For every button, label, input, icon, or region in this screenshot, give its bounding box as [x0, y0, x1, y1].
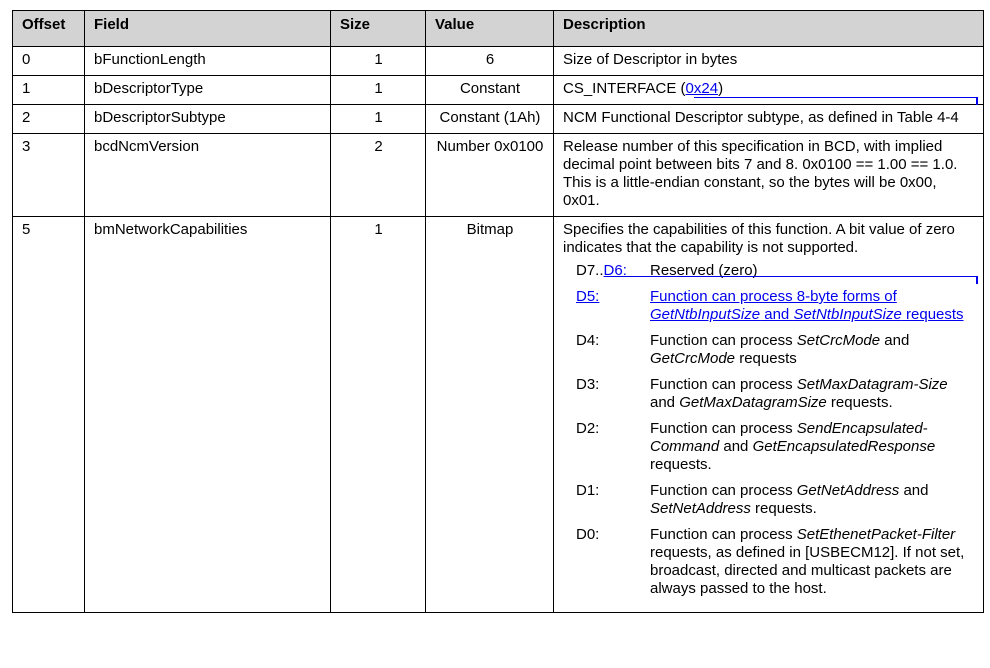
table-row: 2 bDescriptorSubtype 1 Constant (1Ah) NC…: [12, 104, 984, 134]
bit-text-part: requests.: [650, 456, 712, 473]
header-description: Description: [553, 10, 984, 47]
bit-item-d2: D2: Function can process SendEncapsulate…: [576, 420, 975, 474]
bit-text-part: Function can process: [650, 376, 797, 393]
bit-text: Function can process SendEncapsulated-Co…: [650, 420, 975, 474]
bit-text-italic: SetNetAddress: [650, 500, 751, 517]
bit-key: D4:: [576, 332, 600, 349]
cell-description: Specifies the capabilities of this funct…: [553, 216, 984, 613]
cell-offset: 1: [12, 75, 85, 105]
cell-description: NCM Functional Descriptor subtype, as de…: [553, 104, 984, 134]
bit-item-d4: D4: Function can process SetCrcMode and …: [576, 332, 975, 368]
cell-size: 1: [330, 75, 426, 105]
bit-text: Function can process 8-byte forms of Get…: [650, 288, 975, 324]
bit-text-part: and: [899, 482, 929, 499]
bit-item-d0: D0: Function can process SetEthenetPacke…: [576, 526, 975, 598]
bit-item-d5[interactable]: D5: Function can process 8-byte forms of…: [576, 288, 975, 324]
bit-text: Reserved (zero): [650, 262, 758, 279]
cell-size: 1: [330, 46, 426, 76]
bit-key: D0:: [576, 526, 600, 543]
bit-key-prefix: D7..: [576, 262, 604, 279]
cell-offset: 5: [12, 216, 85, 613]
table-row: 0 bFunctionLength 1 6 Size of Descriptor…: [12, 46, 984, 76]
bit-text-italic: SetCrcMode: [796, 332, 881, 349]
cell-field: bcdNcmVersion: [84, 133, 331, 217]
bit-key: D3:: [576, 376, 600, 393]
cell-value: Constant: [425, 75, 554, 105]
revision-marker-line: [694, 97, 978, 105]
bit-text-part: Function can process: [650, 332, 797, 349]
bit-text: Function can process SetEthenetPacket-Fi…: [650, 526, 975, 598]
bit-text-part: requests.: [826, 394, 893, 411]
cell-offset: 3: [12, 133, 85, 217]
table-header-row: Offset Field Size Value Description: [12, 10, 984, 47]
header-field: Field: [84, 10, 331, 47]
bit-item-d1: D1: Function can process GetNetAddress a…: [576, 482, 975, 518]
cell-description: Size of Descriptor in bytes: [553, 46, 984, 76]
bit-text: Function can process SetMaxDatagram-Size…: [650, 376, 975, 412]
bit-key: D2:: [576, 420, 600, 437]
bit-text-part: and: [760, 306, 794, 323]
bit-text-part: and: [719, 438, 753, 455]
header-size: Size: [330, 10, 426, 47]
bit-text-part: requests: [735, 350, 797, 367]
cell-description: Release number of this specification in …: [553, 133, 984, 217]
cell-value: Bitmap: [425, 216, 554, 613]
bit-text-part: Function can process 8-byte forms of: [650, 288, 897, 305]
bit-text-part: requests: [901, 306, 964, 323]
cell-offset: 2: [12, 104, 85, 134]
cell-field: bDescriptorSubtype: [84, 104, 331, 134]
bit-text-italic: GetNetAddress: [796, 482, 900, 499]
bit-key: D7..D6:: [576, 262, 650, 280]
bit-key: D1:: [576, 482, 600, 499]
bit-text-italic: GetEncapsulatedResponse: [752, 438, 936, 455]
revision-marker-line: [616, 276, 978, 284]
bit-text-part: requests.: [750, 500, 817, 517]
revision-link-0x24[interactable]: 0x24: [686, 80, 719, 97]
table-row: 1 bDescriptorType 1 Constant CS_INTERFAC…: [12, 75, 984, 105]
bit-text-part: Function can process: [650, 482, 797, 499]
bit-item-d7-d6: D7..D6: Reserved (zero): [576, 262, 975, 280]
bit-text: Function can process SetCrcMode and GetC…: [650, 332, 975, 368]
cell-value: 6: [425, 46, 554, 76]
descriptor-table: Offset Field Size Value Description 0 bF…: [12, 10, 984, 613]
bit-text-italic: SetMaxDatagram-Size: [796, 376, 948, 393]
cell-field: bDescriptorType: [84, 75, 331, 105]
cell-value: Number 0x0100: [425, 133, 554, 217]
cell-description: CS_INTERFACE (0x24): [553, 75, 984, 105]
description-text: ): [718, 80, 724, 97]
table-row: 3 bcdNcmVersion 2 Number 0x0100 Release …: [12, 133, 984, 217]
bit-text-part: requests, as defined in [USBECM12]. If n…: [650, 544, 965, 597]
cell-field: bFunctionLength: [84, 46, 331, 76]
bit-text: Function can process GetNetAddress and S…: [650, 482, 975, 518]
cell-size: 1: [330, 216, 426, 613]
bit-text-italic: GetCrcMode: [650, 350, 736, 367]
bit-text-italic: SetEthenetPacket-Filter: [796, 526, 956, 543]
description-text: CS_INTERFACE (: [563, 80, 686, 97]
bit-text-part: and: [650, 394, 680, 411]
header-offset: Offset: [12, 10, 85, 47]
bit-list: D7..D6: Reserved (zero) D5: Function can…: [576, 262, 975, 598]
cell-size: 2: [330, 133, 426, 217]
cell-field: bmNetworkCapabilities: [84, 216, 331, 613]
cell-offset: 0: [12, 46, 85, 76]
bit-text-italic: GetNtbInputSize: [650, 306, 761, 323]
bit-key: D5:: [576, 288, 600, 305]
bit-item-d3: D3: Function can process SetMaxDatagram-…: [576, 376, 975, 412]
table-row: 5 bmNetworkCapabilities 1 Bitmap Specifi…: [12, 216, 984, 613]
cell-value: Constant (1Ah): [425, 104, 554, 134]
bit-text-italic: SetNtbInputSize: [793, 306, 902, 323]
header-value: Value: [425, 10, 554, 47]
cell-size: 1: [330, 104, 426, 134]
bit-text-part: Function can process: [650, 420, 797, 437]
description-text: Specifies the capabilities of this funct…: [563, 221, 955, 256]
bit-text-part: and: [880, 332, 910, 349]
bit-text-italic: GetMaxDatagramSize: [679, 394, 827, 411]
bit-text-part: Function can process: [650, 526, 797, 543]
